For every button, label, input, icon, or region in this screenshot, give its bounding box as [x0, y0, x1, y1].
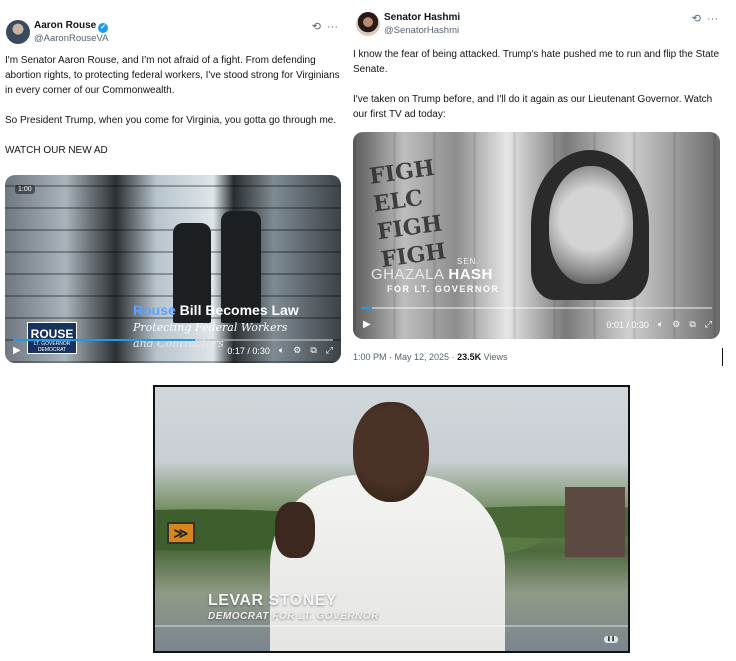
video-controls: 0:17 / 0:30 🔈︎ ⚙ ⧉ ⤢: [218, 345, 333, 356]
avatar[interactable]: [6, 20, 30, 44]
tweet-aaron-rouse[interactable]: Aaron Rouse ✓ @AaronRouseVA ⟲ ··· I'm Sena…: [0, 10, 346, 370]
tweet-meta: 1:00 PM · May 12, 2025 · 23.5K Views: [353, 352, 507, 362]
video-background-building: [565, 487, 625, 557]
video-progress-fill: [13, 339, 196, 341]
tweet-header-actions: ⟲ ···: [686, 12, 718, 25]
video-figure-face: [549, 166, 633, 284]
pause-icon[interactable]: ❚❚: [604, 636, 618, 643]
video-progress-fill: [361, 307, 372, 309]
author-name[interactable]: Senator Hashmi: [384, 12, 460, 23]
author-handle[interactable]: @SenatorHashmi: [384, 25, 459, 36]
tweet-timestamp[interactable]: 1:00 PM · May 12, 2025 ·: [353, 352, 457, 362]
tweet-paragraph: I've taken on Trump before, and I'll do …: [353, 94, 713, 120]
tweet-paragraph: I'm Senator Aaron Rouse, and I'm not afr…: [5, 55, 340, 96]
author-name[interactable]: Aaron Rouse ✓: [34, 20, 109, 33]
pip-icon[interactable]: ⧉: [689, 319, 695, 330]
tweet-paragraph: So President Trump, when you come for Vi…: [5, 115, 337, 126]
pip-icon[interactable]: ⧉: [310, 345, 316, 356]
video-headline: Rouse Bill Becomes Law: [133, 302, 299, 318]
video-lower-third: LEVAR STONEY DEMOCRAT FOR LT. GOVERNOR: [208, 592, 379, 622]
video-lower-third: Rouse Bill Becomes Law Protecting Federa…: [133, 302, 338, 350]
fullscreen-icon[interactable]: ⤢: [705, 319, 712, 330]
settings-icon[interactable]: ⚙: [672, 319, 680, 330]
video-progress-bar[interactable]: [13, 339, 333, 341]
video-player-hashmi[interactable]: FIGH ELC FIGH FIGH SEN. GHAZALA HASH FOR…: [353, 132, 720, 339]
avatar[interactable]: [356, 12, 380, 36]
video-lower-third: SEN. GHAZALA HASH FOR LT. GOVERNOR: [371, 257, 500, 294]
video-time: 0:17 / 0:30: [227, 345, 270, 356]
video-progress-bar[interactable]: [155, 625, 628, 627]
author-handle[interactable]: @AaronRouseVA: [34, 33, 108, 44]
tweet-paragraph: I know the fear of being attacked. Trump…: [353, 49, 720, 75]
volume-icon[interactable]: 🔈︎: [658, 319, 663, 330]
video-player-rouse[interactable]: 1:00 Rouse Bill Becomes Law Protecting F…: [5, 175, 341, 363]
video-figure-hand: [275, 502, 315, 558]
candidate-title: DEMOCRAT FOR LT. GOVERNOR: [208, 611, 379, 622]
video-player-stoney[interactable]: ≫ LEVAR STONEY DEMOCRAT FOR LT. GOVERNOR…: [153, 385, 630, 653]
tweet-senator-hashmi[interactable]: Senator Hashmi @SenatorHashmi ⟲ ··· I kno…: [350, 4, 726, 374]
video-subheadline: Protecting Federal Workers: [133, 321, 288, 334]
play-icon[interactable]: ▶: [13, 345, 21, 356]
play-icon[interactable]: ▶: [363, 319, 371, 330]
grok-icon[interactable]: ⟲: [692, 13, 701, 25]
views-label: Views: [481, 352, 508, 362]
tweet-paragraph: WATCH OUR NEW AD: [5, 145, 108, 156]
more-icon[interactable]: ···: [707, 13, 718, 25]
candidate-name: LEVAR STONEY: [208, 592, 337, 609]
tweet-body: I know the fear of being attacked. Trump…: [353, 47, 725, 122]
video-controls: 0:01 / 0:30 🔈︎ ⚙ ⧉ ⤢: [597, 319, 712, 330]
fullscreen-icon[interactable]: ⤢: [326, 345, 333, 356]
video-figure-head: [353, 402, 429, 502]
video-progress-bar[interactable]: [361, 307, 712, 309]
video-time: 0:01 / 0:30: [606, 319, 649, 330]
rouse-logo: ROUSE LT. GOVERNOR DEMOCRAT: [27, 322, 77, 354]
tweet-body: I'm Senator Aaron Rouse, and I'm not afr…: [5, 53, 340, 158]
text-cursor: [722, 348, 723, 366]
tweet-header-actions: ⟲ ···: [306, 20, 338, 33]
views-count: 23.5K: [457, 352, 482, 362]
grok-icon[interactable]: ⟲: [312, 21, 321, 33]
volume-icon[interactable]: 🔈︎: [279, 345, 284, 356]
duration-badge: 1:00: [15, 185, 35, 194]
verified-badge-icon: ✓: [98, 23, 109, 33]
road-sign-icon: ≫: [167, 522, 195, 544]
more-icon[interactable]: ···: [327, 21, 338, 33]
settings-icon[interactable]: ⚙: [293, 345, 301, 356]
